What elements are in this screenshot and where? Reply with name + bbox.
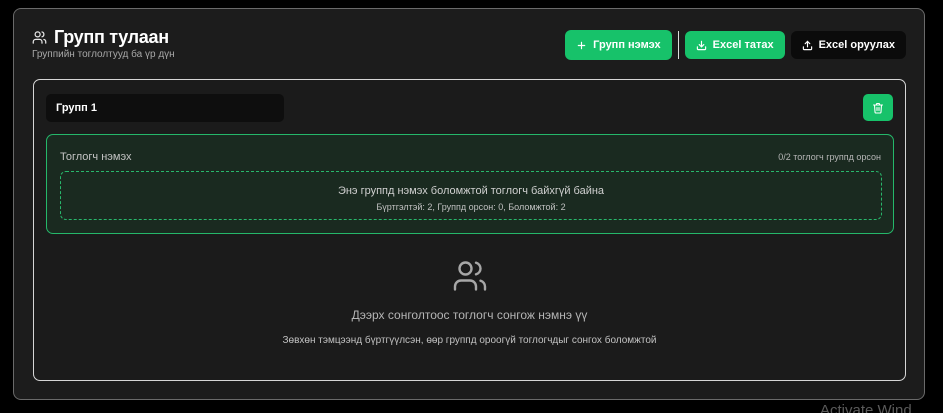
empty-state-title: Дээрх сонголтоос тоглогч сонгож нэмнэ үү [351, 308, 588, 322]
users-icon [32, 30, 47, 45]
excel-upload-button[interactable]: Excel оруулах [790, 31, 906, 59]
no-players-box: Энэ группд нэмэх боломжтой тоглогч байхг… [60, 171, 882, 220]
add-group-label: Групп нэмэх [593, 39, 661, 51]
add-player-title: Тоглогч нэмэх [60, 151, 132, 163]
player-stats: Бүртгэлтэй: 2, Группд орсон: 0, Боломжто… [376, 202, 566, 212]
actions-divider [677, 31, 679, 59]
group-box: Тоглогч нэмэх 0/2 тоглогч группд орсон Э… [33, 79, 906, 381]
plus-icon [577, 41, 586, 49]
os-activation-watermark: Activate Wind [820, 402, 912, 413]
empty-state: Дээрх сонголтоос тоглогч сонгож нэмнэ үү… [34, 258, 905, 346]
trash-icon [872, 102, 884, 114]
no-players-message: Энэ группд нэмэх боломжтой тоглогч байхг… [337, 185, 605, 197]
group-battle-card: Групп тулаан Группийн тоглолтууд ба үр д… [13, 8, 925, 400]
download-icon [696, 40, 706, 50]
empty-state-hint: Зөвхөн тэмцээнд бүртгүүлсэн, өөр группд … [282, 335, 657, 346]
excel-download-label: Excel татах [712, 39, 774, 51]
upload-icon [802, 40, 812, 50]
page-title: Групп тулаан [54, 27, 169, 47]
add-player-panel: Тоглогч нэмэх 0/2 тоглогч группд орсон Э… [46, 134, 894, 234]
users-icon [453, 261, 486, 291]
excel-upload-label: Excel оруулах [818, 39, 895, 51]
group-name-input[interactable] [46, 94, 284, 122]
player-count: 0/2 тоглогч группд орсон [778, 152, 881, 162]
excel-download-button[interactable]: Excel татах [684, 31, 785, 59]
add-group-button[interactable]: Групп нэмэх [565, 30, 672, 60]
header: Групп тулаан Группийн тоглолтууд ба үр д… [32, 27, 906, 67]
delete-group-button[interactable] [863, 94, 893, 121]
header-actions: Групп нэмэх Excel татах Excel оруулах [565, 30, 906, 60]
